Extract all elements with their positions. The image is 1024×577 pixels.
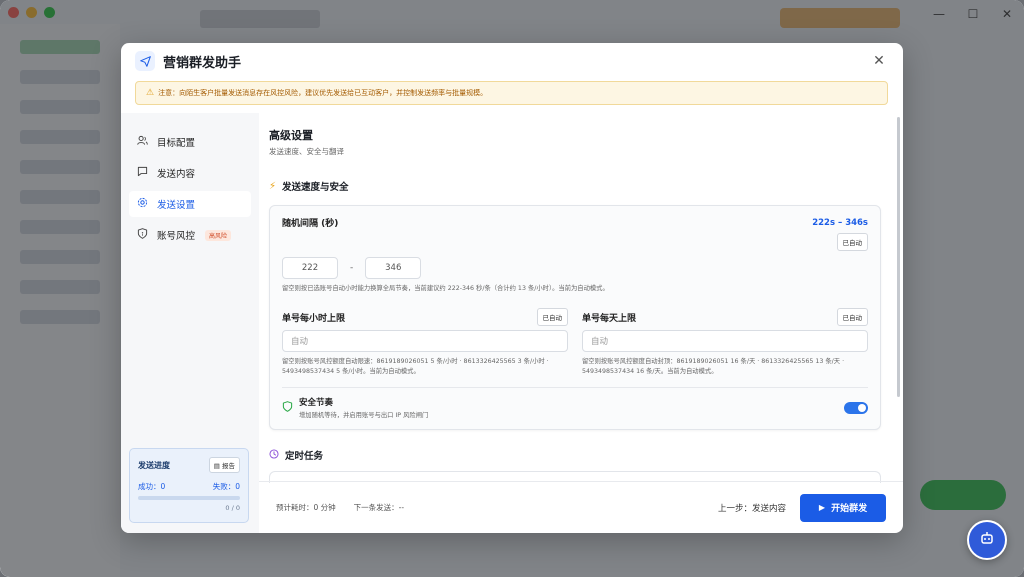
next-send-text: 下一条发送：-- [353, 503, 405, 512]
play-icon: ▶ [818, 503, 826, 512]
report-icon: ▤ [213, 462, 222, 470]
interval-min-input[interactable]: 222 [282, 257, 338, 279]
speed-settings-card: 随机间隔 (秒) 222s – 346s 已自动 222 - 346 留空则按已… [269, 205, 881, 430]
nav-item-send-settings[interactable]: 发送设置 [129, 191, 251, 217]
shield-icon [135, 228, 149, 242]
nav-item-label: 账号风控 [157, 231, 196, 242]
safe-pace-subtitle: 增加随机等待，并启用账号与出口 IP 风险闸门 [299, 412, 429, 419]
interval-max-input[interactable]: 346 [365, 257, 422, 279]
assistant-bot-button[interactable] [967, 520, 1007, 560]
close-icon[interactable]: ✕ [869, 51, 889, 71]
marketing-broadcast-dialog: 营销群发助手 ✕ ⚠ 注意：向陌生客户批量发送消息存在风控风险，建议优先发送给已… [121, 43, 903, 533]
hourly-auto-button[interactable]: 已自动 [536, 308, 568, 326]
nav-item-label: 发送设置 [157, 200, 196, 211]
progress-bar [138, 496, 240, 500]
safe-pace-title: 安全节奏 [299, 398, 334, 408]
nav-item-label: 发送内容 [157, 169, 196, 180]
success-count: 成功：0 [138, 482, 166, 491]
clock-icon [269, 448, 279, 462]
dialog-title: 营销群发助手 [163, 55, 242, 71]
settings-scroll-area[interactable]: 高级设置 发送速度、安全与翻译 ⚡ 发送速度与安全 随机间隔 (秒) 222s … [259, 113, 891, 468]
report-button[interactable]: ▤ 报告 [208, 457, 240, 473]
speed-group-label: 发送速度与安全 [282, 182, 349, 193]
scrollbar[interactable] [897, 117, 900, 397]
warning-text: 注意：向陌生客户批量发送消息存在风控风险，建议优先发送给已互动客户，并控制发送频… [158, 89, 488, 97]
dialog-body: 目标配置 发送内容 发送设置 账号风控 高风险 发送进度 ▤ 报告 成功：0 失… [121, 113, 903, 533]
dialog-footer: 预计耗时：0 分钟 下一条发送：-- 上一步：发送内容 ▶ 开始群发 [259, 481, 903, 533]
section-title: 高级设置 [269, 129, 313, 142]
send-icon [135, 51, 155, 71]
nav-item-account-risk[interactable]: 账号风控 高风险 [129, 222, 251, 248]
hourly-limit-field: 单号每小时上限 已自动 自动 留空则按账号风控额度自动限速：8619189026… [282, 308, 568, 377]
safe-pace-row: 安全节奏 增加随机等待，并启用账号与出口 IP 风险闸门 [282, 396, 868, 419]
hourly-limit-input[interactable]: 自动 [282, 330, 568, 352]
daily-limit-input[interactable]: 自动 [582, 330, 868, 352]
hourly-limit-label: 单号每小时上限 [282, 313, 346, 324]
section-subtitle: 发送速度、安全与翻译 [269, 147, 344, 156]
users-icon [135, 135, 149, 149]
daily-limit-label: 单号每天上限 [582, 313, 637, 324]
dialog-header: 营销群发助手 ✕ [121, 43, 903, 79]
step-nav: 目标配置 发送内容 发送设置 账号风控 高风险 发送进度 ▤ 报告 成功：0 失… [121, 113, 259, 533]
lightning-icon: ⚡ [269, 180, 277, 192]
report-button-label: 报告 [222, 462, 235, 470]
fail-count: 失败：0 [212, 482, 240, 491]
start-broadcast-button[interactable]: ▶ 开始群发 [800, 493, 886, 522]
divider [282, 387, 868, 388]
interval-label: 随机间隔 (秒) [282, 219, 339, 229]
nav-item-send-content[interactable]: 发送内容 [129, 160, 251, 186]
nav-item-label: 目标配置 [157, 138, 196, 149]
high-risk-badge: 高风险 [205, 229, 232, 241]
speed-group-title: ⚡ 发送速度与安全 [269, 179, 881, 194]
progress-title: 发送进度 [138, 460, 170, 470]
risk-warning-banner: ⚠ 注意：向陌生客户批量发送消息存在风控风险，建议优先发送给已互动客户，并控制发… [135, 81, 888, 105]
nav-item-target-config[interactable]: 目标配置 [129, 129, 251, 155]
progress-count: 0 / 0 [225, 504, 240, 512]
daily-auto-button[interactable]: 已自动 [836, 308, 868, 326]
range-separator: - [350, 263, 354, 273]
previous-step-button[interactable]: 上一步：发送内容 [718, 502, 786, 514]
interval-hint: 留空则按已选账号自动小时能力换算全局节奏，当前建议约 222-346 秒/条（合… [282, 285, 609, 292]
daily-limit-field: 单号每天上限 已自动 自动 留空则按账号风控额度自动封顶：86191890260… [582, 308, 868, 377]
warning-icon: ⚠ [146, 88, 155, 98]
eta-text: 预计耗时：0 分钟 [276, 503, 336, 512]
safe-pace-toggle[interactable] [844, 401, 868, 414]
message-icon [135, 166, 149, 180]
interval-auto-button[interactable]: 已自动 [836, 233, 868, 251]
robot-icon [979, 530, 995, 550]
gear-icon [135, 197, 149, 211]
send-progress-card: 发送进度 ▤ 报告 成功：0 失败：0 0 / 0 [129, 448, 249, 523]
schedule-group-label: 定时任务 [285, 451, 324, 462]
shield-check-icon [282, 400, 293, 415]
hourly-limit-hint: 留空则按账号风控额度自动限速：8619189026051 5 条/小时 · 86… [282, 358, 549, 375]
daily-limit-hint: 留空则按账号风控额度自动封顶：8619189026051 16 条/天 · 86… [582, 358, 845, 375]
schedule-group-title: 定时任务 [269, 448, 881, 462]
settings-panel: 高级设置 发送速度、安全与翻译 ⚡ 发送速度与安全 随机间隔 (秒) 222s … [259, 113, 903, 533]
interval-range: 222s – 346s [812, 217, 868, 228]
start-broadcast-label: 开始群发 [831, 504, 868, 514]
